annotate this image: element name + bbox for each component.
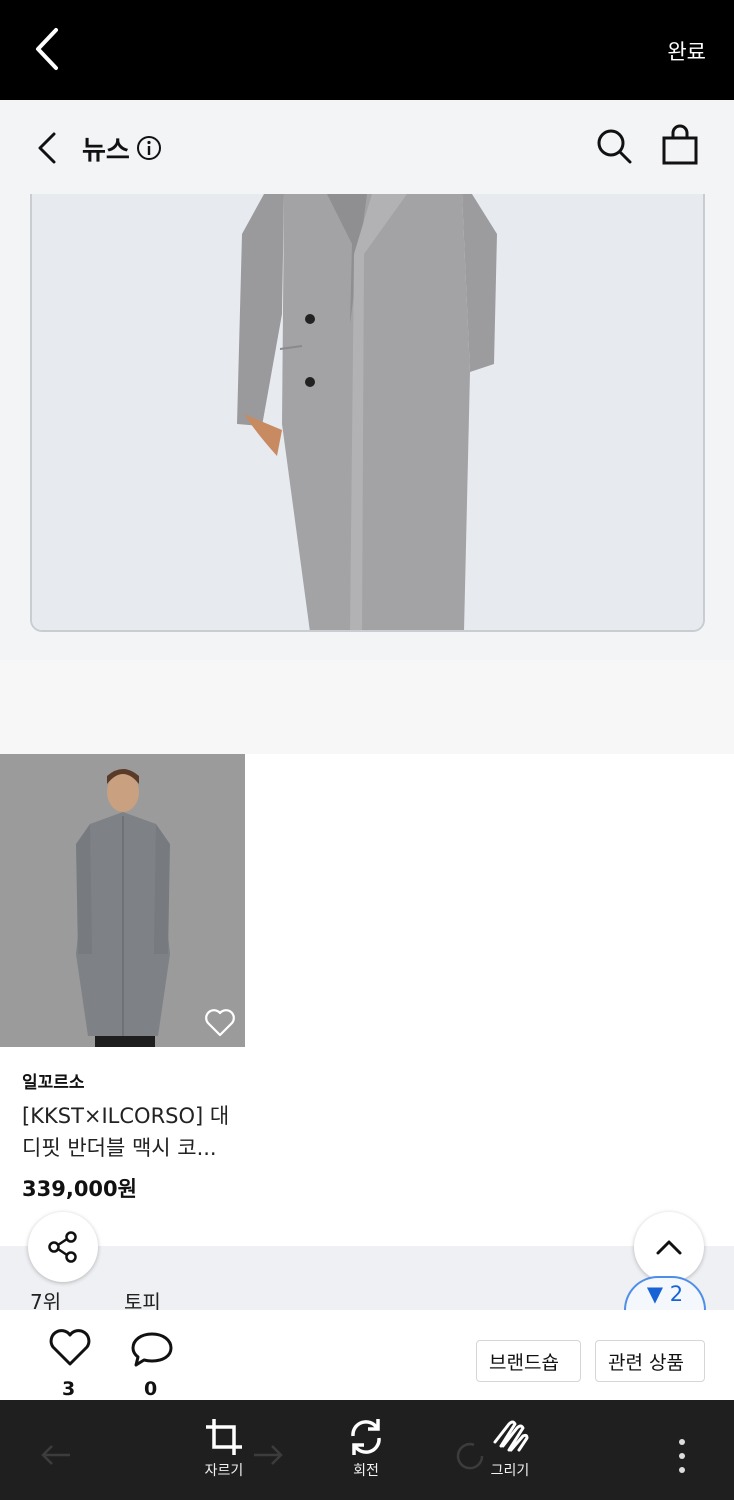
app-header: 뉴스	[0, 100, 734, 194]
editor-top-bar: 완료	[0, 0, 734, 100]
info-strip	[0, 1246, 734, 1310]
brand-name[interactable]: 일꼬르소	[22, 1068, 85, 1093]
shopping-bag-icon[interactable]	[660, 124, 700, 166]
product-price: 339,000원	[22, 1177, 137, 1201]
crop-icon	[206, 1419, 242, 1455]
draw-icon	[493, 1420, 529, 1452]
product-title[interactable]: [KKST×ILCORSO] 대디핏 반더블 맥시 코...	[22, 1100, 244, 1164]
arrow-left-icon	[41, 1445, 70, 1465]
draw-tool[interactable]: 그리기	[470, 1416, 550, 1480]
brandshop-button[interactable]: 브랜드숍	[476, 1340, 581, 1382]
rotate-icon	[351, 1419, 381, 1455]
heart-icon[interactable]	[48, 1328, 92, 1368]
chevron-up-icon	[656, 1240, 682, 1255]
more-vertical-icon[interactable]	[672, 1436, 692, 1476]
share-button[interactable]	[28, 1212, 98, 1282]
coat-photo	[32, 194, 703, 630]
banner-image[interactable]	[30, 194, 705, 632]
crop-tool[interactable]: 자르기	[184, 1416, 264, 1480]
section-divider	[0, 660, 734, 754]
like-count: 3	[62, 1378, 76, 1400]
done-button[interactable]: 완료	[667, 36, 706, 66]
rotate-label: 회전	[353, 1463, 379, 1479]
page-title: 뉴스	[82, 136, 130, 166]
model-photo	[0, 754, 245, 1047]
scroll-top-button[interactable]	[634, 1212, 704, 1282]
rotate-tool[interactable]: 회전	[326, 1416, 406, 1480]
product-image[interactable]	[0, 754, 245, 1047]
share-icon	[48, 1231, 77, 1263]
search-icon[interactable]	[594, 126, 634, 166]
back-icon[interactable]	[28, 26, 68, 72]
info-icon[interactable]	[136, 135, 162, 161]
crop-label: 자르기	[204, 1463, 244, 1479]
draw-label: 그리기	[490, 1463, 530, 1479]
comment-count: 0	[144, 1378, 158, 1400]
related-products-button[interactable]: 관련 상품	[595, 1340, 705, 1382]
comment-icon[interactable]	[130, 1330, 174, 1368]
heart-icon[interactable]	[204, 1008, 236, 1038]
back-icon[interactable]	[34, 130, 64, 166]
